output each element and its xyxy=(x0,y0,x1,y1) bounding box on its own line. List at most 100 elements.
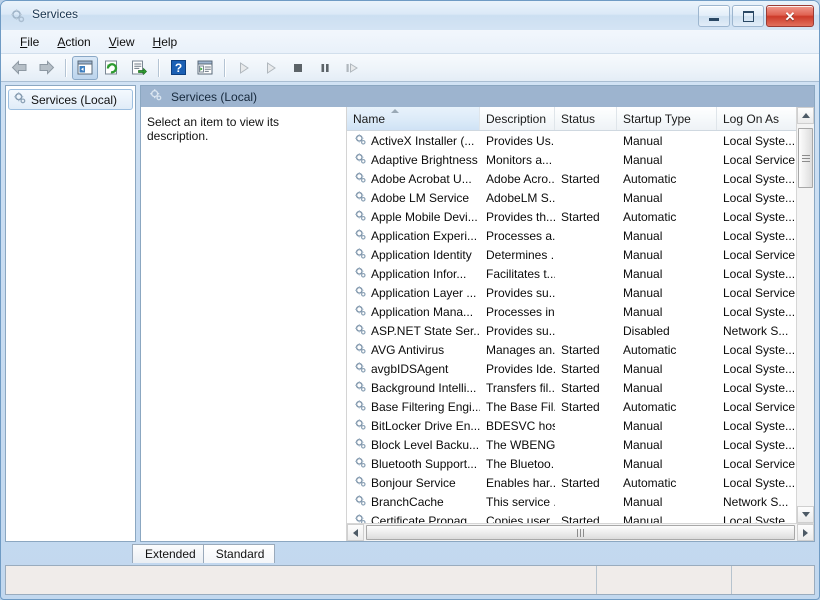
cell-log-on-as: Local Syste... xyxy=(723,209,796,224)
table-row[interactable]: Bonjour Service Enables har... Started Auto… xyxy=(347,473,796,492)
cell-log-on-as: Local Service xyxy=(723,152,796,167)
service-gear-icon xyxy=(354,304,367,320)
cell-description: Provides Ide... xyxy=(486,361,555,376)
table-row[interactable]: Application Layer ... Provides su... Manua… xyxy=(347,283,796,302)
table-row[interactable]: BitLocker Drive En... BDESVC hos... Manual… xyxy=(347,416,796,435)
vertical-scrollbar[interactable] xyxy=(796,107,814,523)
scroll-up-button[interactable] xyxy=(797,107,814,124)
cell-status: Started xyxy=(561,513,600,524)
cell-description: Processes in... xyxy=(486,304,555,319)
table-row[interactable]: Certificate Propag... Copies user ... Star… xyxy=(347,511,796,523)
restart-service-icon[interactable] xyxy=(339,56,365,80)
export-list-icon[interactable] xyxy=(126,56,152,80)
table-row[interactable]: Application Experi... Processes a... Manua… xyxy=(347,226,796,245)
services-gear-icon xyxy=(13,91,27,108)
column-header-startup-type[interactable]: Startup Type xyxy=(617,107,717,130)
tab-standard[interactable]: Standard xyxy=(202,544,276,563)
cell-startup-type: Disabled xyxy=(623,323,670,338)
table-row[interactable]: Base Filtering Engi... The Base Fil... Sta… xyxy=(347,397,796,416)
back-icon[interactable] xyxy=(6,56,32,80)
table-row[interactable]: BranchCache This service ... Manual Network… xyxy=(347,492,796,511)
tab-extended[interactable]: Extended xyxy=(132,544,207,563)
description-placeholder: Select an item to view its description. xyxy=(147,115,280,143)
column-header-status[interactable]: Status xyxy=(555,107,617,130)
cell-description: Provides su... xyxy=(486,323,555,338)
horizontal-scroll-track[interactable] xyxy=(364,524,797,541)
show-tree-icon[interactable] xyxy=(72,55,98,80)
table-row[interactable]: Bluetooth Support... The Bluetoo... Manual… xyxy=(347,454,796,473)
service-gear-icon xyxy=(354,228,367,244)
cell-description: This service ... xyxy=(486,494,555,509)
detail-pane: Services (Local) Select an item to view … xyxy=(140,85,815,542)
tab-extended-label: Extended xyxy=(145,547,196,561)
menu-item-help[interactable]: Help xyxy=(144,32,187,52)
table-row[interactable]: avgbIDSAgent Provides Ide... Started Manual… xyxy=(347,359,796,378)
table-row[interactable]: AVG Antivirus Manages an... Started Automat… xyxy=(347,340,796,359)
view-tabs: Extended Standard xyxy=(1,542,819,563)
table-row[interactable]: Background Intelli... Transfers fil... Sta… xyxy=(347,378,796,397)
service-name-label: BitLocker Drive En... xyxy=(371,418,480,433)
scroll-right-button[interactable] xyxy=(797,524,814,541)
start-service-icon[interactable] xyxy=(231,56,257,80)
cell-description: Facilitates t... xyxy=(486,266,555,281)
service-gear-icon xyxy=(354,418,367,434)
properties-icon[interactable] xyxy=(192,56,218,80)
stop-service-icon[interactable] xyxy=(285,56,311,80)
column-header-log-on-as[interactable]: Log On As xyxy=(717,107,796,130)
table-row[interactable]: ASP.NET State Ser... Provides su... Disabl… xyxy=(347,321,796,340)
menu-item-action[interactable]: Action xyxy=(48,32,99,52)
resume-service-icon[interactable] xyxy=(258,56,284,80)
close-button[interactable]: ✕ xyxy=(766,5,814,27)
service-name-label: Application Layer ... xyxy=(371,285,477,300)
cell-status: Started xyxy=(561,475,600,490)
vertical-scroll-thumb[interactable] xyxy=(798,128,813,188)
table-row[interactable]: Application Infor... Facilitates t... Manu… xyxy=(347,264,796,283)
cell-status: Started xyxy=(561,171,600,186)
cell-description: Adobe Acro... xyxy=(486,171,555,186)
table-row[interactable]: Apple Mobile Devi... Provides th... Starte… xyxy=(347,207,796,226)
detail-header: Services (Local) xyxy=(141,86,814,107)
cell-name: AVG Antivirus xyxy=(347,342,480,358)
cell-startup-type: Manual xyxy=(623,266,663,281)
pause-service-icon[interactable] xyxy=(312,56,338,80)
list-columns-area: Name Description Status Startup Type Log… xyxy=(347,107,796,523)
sort-ascending-icon xyxy=(391,109,399,113)
cell-startup-type: Manual xyxy=(623,133,663,148)
cell-log-on-as: Local Service xyxy=(723,456,796,471)
service-name-label: Block Level Backu... xyxy=(371,437,480,452)
forward-icon[interactable] xyxy=(33,56,59,80)
tree-node-services-local[interactable]: Services (Local) xyxy=(8,89,133,110)
table-row[interactable]: Block Level Backu... The WBENG... Manual Lo… xyxy=(347,435,796,454)
cell-description: Transfers fil... xyxy=(486,380,555,395)
column-header-name[interactable]: Name xyxy=(347,107,480,130)
service-gear-icon xyxy=(354,456,367,472)
service-gear-icon xyxy=(354,285,367,301)
help-icon[interactable]: ? xyxy=(165,56,191,80)
refresh-icon[interactable] xyxy=(99,56,125,80)
table-row[interactable]: Application Mana... Processes in... Manual… xyxy=(347,302,796,321)
maximize-button[interactable] xyxy=(732,5,764,27)
service-name-label: Application Infor... xyxy=(371,266,467,281)
table-row[interactable]: Adobe LM Service AdobeLM S... Manual Local … xyxy=(347,188,796,207)
horizontal-scrollbar[interactable] xyxy=(347,523,814,541)
cell-name: Bonjour Service xyxy=(347,475,480,491)
service-gear-icon xyxy=(354,133,367,149)
minimize-button[interactable] xyxy=(698,5,730,27)
cell-name: Apple Mobile Devi... xyxy=(347,209,480,225)
table-row[interactable]: Adobe Acrobat U... Adobe Acro... Started Au… xyxy=(347,169,796,188)
cell-log-on-as: Local Syste... xyxy=(723,190,796,205)
service-gear-icon xyxy=(354,342,367,358)
menu-item-file[interactable]: FFileile xyxy=(11,32,48,52)
table-row[interactable]: Application Identity Determines ... Manual… xyxy=(347,245,796,264)
column-header-description[interactable]: Description xyxy=(480,107,555,130)
scroll-down-button[interactable] xyxy=(797,506,814,523)
table-row[interactable]: ActiveX Installer (... Provides Us... Manu… xyxy=(347,131,796,150)
table-row[interactable]: Adaptive Brightness Monitors a... Manual Lo… xyxy=(347,150,796,169)
toolbar-separator xyxy=(224,58,226,77)
scroll-left-button[interactable] xyxy=(347,524,364,541)
horizontal-scroll-thumb[interactable] xyxy=(366,525,795,540)
menu-item-view[interactable]: View xyxy=(100,32,144,52)
cell-startup-type: Manual xyxy=(623,247,663,262)
vertical-scroll-track[interactable] xyxy=(797,124,814,506)
cell-startup-type: Manual xyxy=(623,513,663,524)
